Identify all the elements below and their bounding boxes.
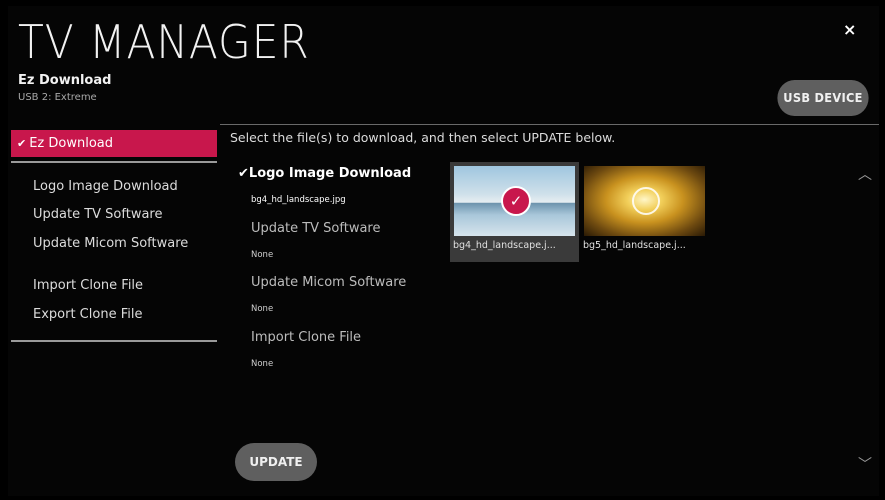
- section-update-tv-software[interactable]: Update TV Software: [251, 221, 381, 236]
- section-import-clone-file[interactable]: Import Clone File: [251, 330, 361, 345]
- header-divider: [220, 124, 879, 125]
- usb-device-button[interactable]: USB DEVICE: [777, 80, 869, 116]
- update-button[interactable]: UPDATE: [235, 443, 317, 481]
- sidebar-divider-bottom: [11, 340, 217, 342]
- sidebar-item-update-tv-software[interactable]: Update TV Software: [33, 207, 163, 222]
- app-title: TV MANAGER: [18, 15, 310, 69]
- unselected-circle-icon: [632, 187, 660, 215]
- section-value: None: [251, 250, 274, 260]
- landscape-image: ✓: [454, 166, 575, 236]
- file-caption: bg4_hd_landscape.j...: [453, 240, 556, 251]
- section-value: None: [251, 359, 274, 369]
- section-value: None: [251, 304, 274, 314]
- close-icon[interactable]: ×: [843, 20, 856, 40]
- sidebar-item-ez-download[interactable]: ✔ Ez Download: [11, 130, 217, 157]
- checkmark-icon: ✔: [238, 166, 249, 181]
- usb-source-label: USB 2: Extreme: [18, 92, 97, 103]
- section-value: bg4_hd_landscape.jpg: [251, 195, 346, 205]
- section-title: Logo Image Download: [248, 166, 412, 181]
- selected-check-icon: ✓: [501, 186, 531, 216]
- sidebar-item-logo-image-download[interactable]: Logo Image Download: [33, 179, 178, 194]
- file-caption: bg5_hd_landscape.j...: [583, 240, 686, 251]
- sidebar-item-update-micom-software[interactable]: Update Micom Software: [33, 236, 188, 251]
- checkmark-icon: ✔: [17, 137, 27, 150]
- sidebar-item-label: Ez Download: [29, 136, 114, 151]
- instruction-text: Select the file(s) to download, and then…: [230, 130, 616, 145]
- sidebar-item-export-clone-file[interactable]: Export Clone File: [33, 307, 142, 322]
- chevron-down-icon[interactable]: ﹀: [858, 458, 872, 472]
- app-window: [8, 6, 879, 496]
- section-update-micom-software[interactable]: Update Micom Software: [251, 275, 406, 290]
- sidebar-item-import-clone-file[interactable]: Import Clone File: [33, 278, 143, 293]
- file-thumbnail[interactable]: bg5_hd_landscape.j...: [580, 162, 709, 262]
- page-subtitle: Ez Download: [18, 73, 112, 88]
- chevron-up-icon[interactable]: ︿: [858, 168, 872, 182]
- file-thumbnail-selected[interactable]: ✓ bg4_hd_landscape.j...: [450, 162, 579, 262]
- corridor-image: [584, 166, 705, 236]
- sidebar-divider: [11, 161, 217, 163]
- section-logo-image-download[interactable]: ✔Logo Image Download: [238, 166, 411, 181]
